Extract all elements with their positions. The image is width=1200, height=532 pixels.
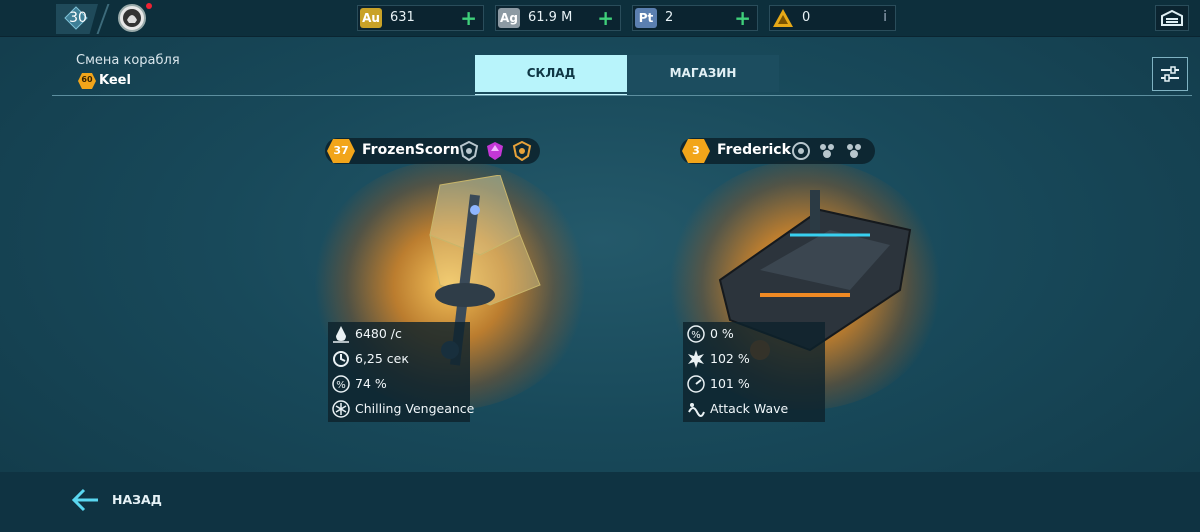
add-gold-button[interactable]: +	[460, 7, 477, 29]
silver-icon: Ag	[498, 8, 520, 28]
shield-module-icon	[459, 141, 479, 161]
ship-level: 3	[692, 144, 700, 157]
percent-icon: %	[687, 325, 705, 343]
drone-module-icon	[820, 144, 834, 158]
svg-text:%: %	[691, 330, 701, 341]
platinum-value: 2	[665, 10, 674, 25]
back-label: НАЗАД	[112, 492, 162, 507]
helmet-icon	[123, 9, 141, 27]
target-module-icon	[792, 142, 810, 160]
gold-icon: Au	[360, 8, 382, 28]
ship-card-frozenscorn[interactable]: 37 FrozenScorn 6480 /с 6,25 сек % 74 % C…	[300, 130, 600, 430]
player-level: 30	[69, 10, 87, 26]
cooldown-icon	[333, 351, 349, 367]
snowflake-ability-icon	[332, 400, 350, 418]
add-platinum-button[interactable]: +	[734, 7, 751, 29]
hangar-button[interactable]	[1155, 5, 1189, 31]
hangar-icon	[1161, 9, 1183, 26]
resource-platinum: Pt 2 +	[632, 5, 758, 31]
back-arrow-icon	[71, 488, 98, 512]
gold-value: 631	[390, 10, 415, 25]
percent-icon: %	[332, 375, 350, 393]
tab-shop[interactable]: МАГАЗИН	[627, 55, 779, 92]
drone-module-icon	[847, 144, 861, 158]
bottom-bar	[0, 472, 1200, 532]
ship-level: 37	[333, 144, 349, 157]
resource-gold: Au 631 +	[357, 5, 484, 31]
add-silver-button[interactable]: +	[597, 7, 614, 29]
magenta-upgrade-module-icon	[487, 142, 503, 160]
warning-triangle-icon	[773, 9, 793, 27]
alert-value: 0	[802, 10, 811, 25]
ship-stats-panel: 6480 /с 6,25 сек % 74 % Chilling Vengean…	[328, 322, 474, 422]
sliders-icon	[1161, 66, 1179, 82]
silver-value: 61.9 M	[528, 10, 573, 25]
speed-gauge-icon	[687, 375, 705, 393]
filter-button[interactable]	[1152, 57, 1188, 91]
current-ship-level: 60	[81, 75, 93, 84]
burst-icon	[688, 350, 704, 368]
stat-ability-name: Chilling Vengeance	[355, 401, 475, 416]
stat-percent-value: 74 %	[355, 376, 387, 391]
ship-name: FrozenScorn	[362, 142, 460, 158]
stat-dps-value: 6480 /с	[355, 326, 402, 341]
stat-burst-value: 102 %	[710, 351, 750, 366]
avatar[interactable]	[118, 4, 146, 32]
notification-dot	[146, 3, 152, 9]
damage-drop-icon	[333, 326, 349, 343]
back-button[interactable]: НАЗАД	[70, 486, 180, 514]
current-ship-name: Keel	[99, 73, 131, 88]
ship-name: Frederick	[717, 142, 791, 158]
svg-text:%: %	[336, 380, 346, 391]
ship-stats-panel: % 0 % 102 % 101 % Attack Wave	[683, 322, 825, 422]
info-icon[interactable]: i	[883, 9, 887, 25]
wave-ability-icon	[688, 403, 705, 417]
stat-cooldown-value: 6,25 сек	[355, 351, 409, 366]
resource-silver: Ag 61.9 M +	[495, 5, 621, 31]
platinum-icon: Pt	[635, 8, 657, 28]
resource-alert: 0 i	[769, 5, 896, 31]
tab-warehouse[interactable]: СКЛАД	[475, 55, 627, 92]
ship-card-frederick[interactable]: 3 Frederick % 0 % 102 % 101 % Attack Wav…	[655, 130, 955, 430]
stat-ability-name: Attack Wave	[710, 401, 789, 416]
orange-shield-module-icon	[512, 141, 532, 161]
stat-percent-value: 0 %	[710, 326, 734, 341]
header-divider	[52, 95, 1192, 96]
page-title: Смена корабля	[76, 53, 180, 68]
stat-speed-value: 101 %	[710, 376, 750, 391]
